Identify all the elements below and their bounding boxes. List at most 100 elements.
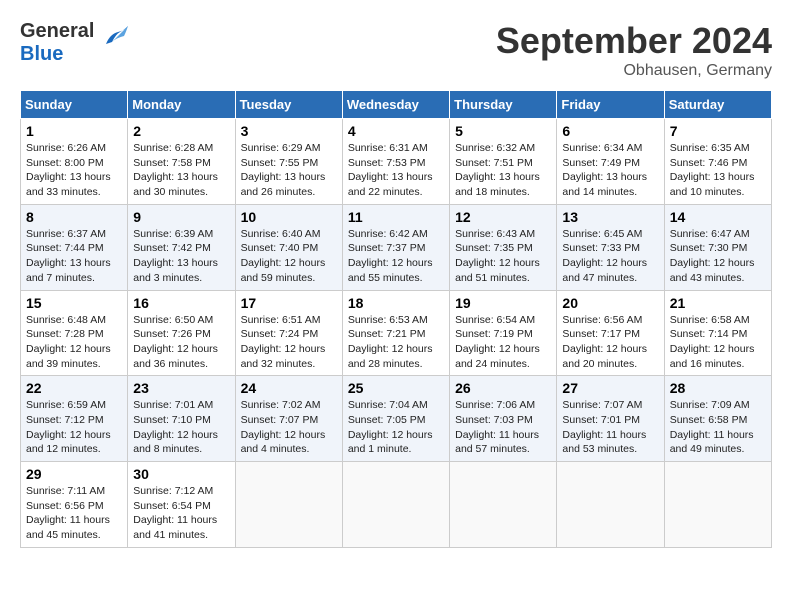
day-info: Sunrise: 6:26 AMSunset: 8:00 PMDaylight:… bbox=[26, 141, 122, 200]
day-number: 15 bbox=[26, 295, 122, 311]
calendar-cell bbox=[235, 462, 342, 548]
day-info: Sunrise: 6:40 AMSunset: 7:40 PMDaylight:… bbox=[241, 227, 337, 286]
calendar-cell: 30 Sunrise: 7:12 AMSunset: 6:54 PMDaylig… bbox=[128, 462, 235, 548]
calendar-cell: 22 Sunrise: 6:59 AMSunset: 7:12 PMDaylig… bbox=[21, 376, 128, 462]
day-info: Sunrise: 6:37 AMSunset: 7:44 PMDaylight:… bbox=[26, 227, 122, 286]
day-info: Sunrise: 6:51 AMSunset: 7:24 PMDaylight:… bbox=[241, 313, 337, 372]
day-number: 1 bbox=[26, 123, 122, 139]
day-number: 4 bbox=[348, 123, 444, 139]
day-info: Sunrise: 6:43 AMSunset: 7:35 PMDaylight:… bbox=[455, 227, 551, 286]
column-header-saturday: Saturday bbox=[664, 91, 771, 119]
day-info: Sunrise: 6:47 AMSunset: 7:30 PMDaylight:… bbox=[670, 227, 766, 286]
day-info: Sunrise: 6:31 AMSunset: 7:53 PMDaylight:… bbox=[348, 141, 444, 200]
day-number: 9 bbox=[133, 209, 229, 225]
day-number: 13 bbox=[562, 209, 658, 225]
calendar-cell: 3 Sunrise: 6:29 AMSunset: 7:55 PMDayligh… bbox=[235, 119, 342, 205]
calendar-cell: 24 Sunrise: 7:02 AMSunset: 7:07 PMDaylig… bbox=[235, 376, 342, 462]
calendar-cell: 17 Sunrise: 6:51 AMSunset: 7:24 PMDaylig… bbox=[235, 290, 342, 376]
day-info: Sunrise: 6:56 AMSunset: 7:17 PMDaylight:… bbox=[562, 313, 658, 372]
day-number: 27 bbox=[562, 380, 658, 396]
calendar-cell: 28 Sunrise: 7:09 AMSunset: 6:58 PMDaylig… bbox=[664, 376, 771, 462]
calendar-week-3: 15 Sunrise: 6:48 AMSunset: 7:28 PMDaylig… bbox=[21, 290, 772, 376]
calendar-cell: 25 Sunrise: 7:04 AMSunset: 7:05 PMDaylig… bbox=[342, 376, 449, 462]
day-number: 21 bbox=[670, 295, 766, 311]
calendar-cell: 9 Sunrise: 6:39 AMSunset: 7:42 PMDayligh… bbox=[128, 204, 235, 290]
calendar-cell: 20 Sunrise: 6:56 AMSunset: 7:17 PMDaylig… bbox=[557, 290, 664, 376]
calendar-cell: 26 Sunrise: 7:06 AMSunset: 7:03 PMDaylig… bbox=[450, 376, 557, 462]
calendar-cell: 10 Sunrise: 6:40 AMSunset: 7:40 PMDaylig… bbox=[235, 204, 342, 290]
calendar-header-row: SundayMondayTuesdayWednesdayThursdayFrid… bbox=[21, 91, 772, 119]
calendar-cell bbox=[342, 462, 449, 548]
calendar-cell: 29 Sunrise: 7:11 AMSunset: 6:56 PMDaylig… bbox=[21, 462, 128, 548]
day-info: Sunrise: 6:28 AMSunset: 7:58 PMDaylight:… bbox=[133, 141, 229, 200]
day-number: 12 bbox=[455, 209, 551, 225]
day-info: Sunrise: 6:35 AMSunset: 7:46 PMDaylight:… bbox=[670, 141, 766, 200]
day-info: Sunrise: 6:42 AMSunset: 7:37 PMDaylight:… bbox=[348, 227, 444, 286]
calendar-cell: 13 Sunrise: 6:45 AMSunset: 7:33 PMDaylig… bbox=[557, 204, 664, 290]
logo-blue: Blue bbox=[20, 43, 63, 65]
calendar-cell: 2 Sunrise: 6:28 AMSunset: 7:58 PMDayligh… bbox=[128, 119, 235, 205]
day-info: Sunrise: 6:58 AMSunset: 7:14 PMDaylight:… bbox=[670, 313, 766, 372]
calendar-week-1: 1 Sunrise: 6:26 AMSunset: 8:00 PMDayligh… bbox=[21, 119, 772, 205]
day-number: 3 bbox=[241, 123, 337, 139]
day-info: Sunrise: 6:54 AMSunset: 7:19 PMDaylight:… bbox=[455, 313, 551, 372]
column-header-friday: Friday bbox=[557, 91, 664, 119]
day-number: 7 bbox=[670, 123, 766, 139]
logo: General Blue bbox=[20, 20, 130, 66]
day-number: 26 bbox=[455, 380, 551, 396]
day-number: 17 bbox=[241, 295, 337, 311]
day-number: 24 bbox=[241, 380, 337, 396]
calendar-cell: 4 Sunrise: 6:31 AMSunset: 7:53 PMDayligh… bbox=[342, 119, 449, 205]
calendar-cell: 21 Sunrise: 6:58 AMSunset: 7:14 PMDaylig… bbox=[664, 290, 771, 376]
day-info: Sunrise: 6:53 AMSunset: 7:21 PMDaylight:… bbox=[348, 313, 444, 372]
column-header-thursday: Thursday bbox=[450, 91, 557, 119]
day-info: Sunrise: 7:04 AMSunset: 7:05 PMDaylight:… bbox=[348, 398, 444, 457]
day-info: Sunrise: 7:09 AMSunset: 6:58 PMDaylight:… bbox=[670, 398, 766, 457]
day-info: Sunrise: 6:48 AMSunset: 7:28 PMDaylight:… bbox=[26, 313, 122, 372]
day-info: Sunrise: 7:07 AMSunset: 7:01 PMDaylight:… bbox=[562, 398, 658, 457]
calendar-cell: 7 Sunrise: 6:35 AMSunset: 7:46 PMDayligh… bbox=[664, 119, 771, 205]
day-info: Sunrise: 7:12 AMSunset: 6:54 PMDaylight:… bbox=[133, 484, 229, 543]
calendar-cell bbox=[450, 462, 557, 548]
day-number: 22 bbox=[26, 380, 122, 396]
day-info: Sunrise: 6:39 AMSunset: 7:42 PMDaylight:… bbox=[133, 227, 229, 286]
day-number: 8 bbox=[26, 209, 122, 225]
day-number: 11 bbox=[348, 209, 444, 225]
day-number: 2 bbox=[133, 123, 229, 139]
calendar-cell bbox=[557, 462, 664, 548]
calendar-week-2: 8 Sunrise: 6:37 AMSunset: 7:44 PMDayligh… bbox=[21, 204, 772, 290]
column-header-wednesday: Wednesday bbox=[342, 91, 449, 119]
calendar-cell: 15 Sunrise: 6:48 AMSunset: 7:28 PMDaylig… bbox=[21, 290, 128, 376]
day-info: Sunrise: 6:59 AMSunset: 7:12 PMDaylight:… bbox=[26, 398, 122, 457]
day-number: 5 bbox=[455, 123, 551, 139]
day-number: 23 bbox=[133, 380, 229, 396]
day-info: Sunrise: 7:11 AMSunset: 6:56 PMDaylight:… bbox=[26, 484, 122, 543]
calendar-cell: 27 Sunrise: 7:07 AMSunset: 7:01 PMDaylig… bbox=[557, 376, 664, 462]
calendar-cell: 23 Sunrise: 7:01 AMSunset: 7:10 PMDaylig… bbox=[128, 376, 235, 462]
calendar-cell: 11 Sunrise: 6:42 AMSunset: 7:37 PMDaylig… bbox=[342, 204, 449, 290]
day-number: 6 bbox=[562, 123, 658, 139]
calendar-week-5: 29 Sunrise: 7:11 AMSunset: 6:56 PMDaylig… bbox=[21, 462, 772, 548]
day-info: Sunrise: 7:06 AMSunset: 7:03 PMDaylight:… bbox=[455, 398, 551, 457]
logo-bird-icon bbox=[98, 24, 130, 52]
day-info: Sunrise: 6:45 AMSunset: 7:33 PMDaylight:… bbox=[562, 227, 658, 286]
location-title: Obhausen, Germany bbox=[496, 62, 772, 80]
calendar-cell: 16 Sunrise: 6:50 AMSunset: 7:26 PMDaylig… bbox=[128, 290, 235, 376]
calendar-cell: 14 Sunrise: 6:47 AMSunset: 7:30 PMDaylig… bbox=[664, 204, 771, 290]
day-info: Sunrise: 6:32 AMSunset: 7:51 PMDaylight:… bbox=[455, 141, 551, 200]
calendar-table: SundayMondayTuesdayWednesdayThursdayFrid… bbox=[20, 90, 772, 548]
day-number: 19 bbox=[455, 295, 551, 311]
day-number: 14 bbox=[670, 209, 766, 225]
day-number: 16 bbox=[133, 295, 229, 311]
day-number: 10 bbox=[241, 209, 337, 225]
day-info: Sunrise: 6:34 AMSunset: 7:49 PMDaylight:… bbox=[562, 141, 658, 200]
column-header-tuesday: Tuesday bbox=[235, 91, 342, 119]
logo-general: General bbox=[20, 20, 94, 42]
calendar-cell: 5 Sunrise: 6:32 AMSunset: 7:51 PMDayligh… bbox=[450, 119, 557, 205]
column-header-sunday: Sunday bbox=[21, 91, 128, 119]
day-number: 29 bbox=[26, 466, 122, 482]
calendar-cell: 1 Sunrise: 6:26 AMSunset: 8:00 PMDayligh… bbox=[21, 119, 128, 205]
day-info: Sunrise: 6:29 AMSunset: 7:55 PMDaylight:… bbox=[241, 141, 337, 200]
day-info: Sunrise: 7:02 AMSunset: 7:07 PMDaylight:… bbox=[241, 398, 337, 457]
calendar-cell bbox=[664, 462, 771, 548]
